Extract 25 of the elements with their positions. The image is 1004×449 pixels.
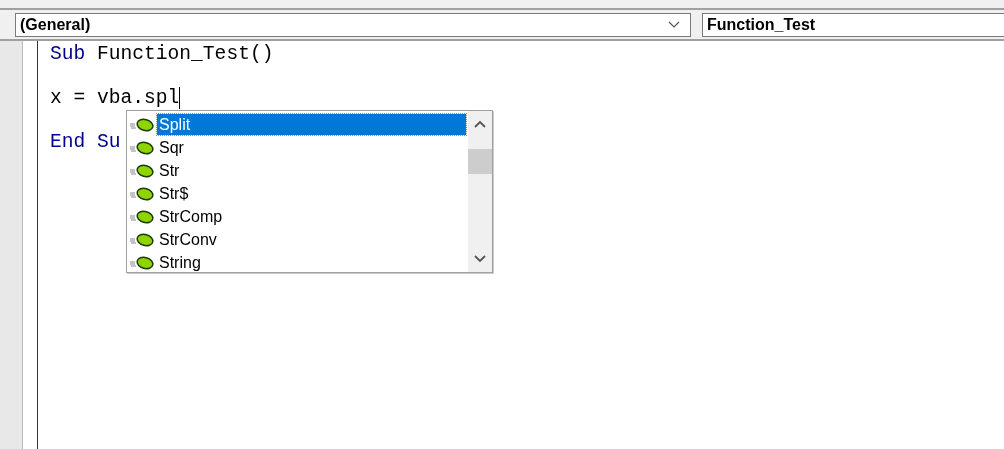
list-item[interactable]: Sqr <box>157 137 466 158</box>
method-icon <box>129 163 155 178</box>
chevron-down-icon <box>668 20 680 29</box>
method-icon <box>129 232 155 247</box>
scroll-down-icon[interactable] <box>473 254 487 264</box>
method-icon <box>129 209 155 224</box>
procedure-dropdown[interactable]: Function_Test <box>702 12 1004 37</box>
code-text: Sub <box>50 43 86 65</box>
scroll-thumb[interactable] <box>468 149 492 174</box>
object-dropdown[interactable]: (General) <box>15 12 691 37</box>
list-item[interactable]: StrConv <box>157 229 466 250</box>
scrollbar[interactable] <box>468 111 492 272</box>
list-item[interactable]: Split <box>157 114 466 135</box>
list-item[interactable]: String <box>157 252 466 273</box>
scroll-up-icon[interactable] <box>473 119 487 129</box>
code-text: End Su <box>50 131 121 153</box>
method-icon <box>129 117 155 132</box>
code-text: x = vba.spl <box>50 87 180 109</box>
code-text: Function_Test() <box>96 43 274 65</box>
method-icon <box>129 255 155 270</box>
list-item[interactable]: StrComp <box>157 206 466 227</box>
method-icon <box>129 140 155 155</box>
method-icon <box>129 186 155 201</box>
list-item[interactable]: Str$ <box>157 183 466 204</box>
list-item[interactable]: Str <box>157 160 466 181</box>
